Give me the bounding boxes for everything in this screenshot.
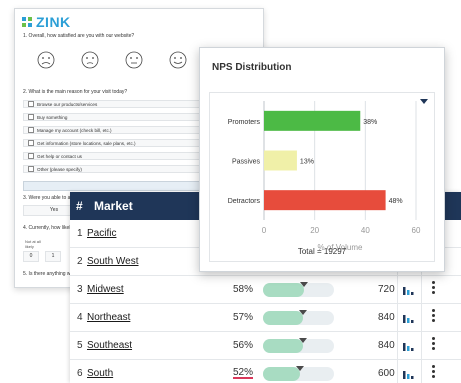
volume-value: 600 <box>378 368 395 379</box>
percent-value: 58% <box>233 284 254 295</box>
bar-chart-icon[interactable] <box>403 283 414 295</box>
nps-chart-panel: 0 20 40 60 Promoters 38% Passives 13% Detractors… <box>209 92 435 262</box>
market-link[interactable]: South <box>87 368 113 379</box>
index-column-header: # <box>76 199 83 213</box>
checkbox-icon[interactable] <box>28 166 34 172</box>
market-column-header[interactable]: Market <box>94 199 133 213</box>
progress-fill <box>263 367 300 381</box>
category-label: Promoters <box>228 119 261 126</box>
nps-bar-chart: 0 20 40 60 Promoters 38% Passives 13% Detractors… <box>228 101 421 252</box>
bar-passives <box>264 150 297 171</box>
row-number: 2 <box>77 256 83 267</box>
progress-fill <box>263 283 305 297</box>
x-tick-label: 20 <box>310 226 319 235</box>
data-label: 48% <box>389 198 403 205</box>
bar-chart-icon[interactable] <box>403 367 414 379</box>
market-link[interactable]: Northeast <box>87 312 130 323</box>
happy-face-icon[interactable] <box>169 51 187 69</box>
logo: ZINK <box>21 14 71 30</box>
table-row: 4 Northeast 57% 840 <box>70 304 461 332</box>
question-1: 1. Overall, how satisfied are you with o… <box>23 33 135 39</box>
nps-total: Total = 19297 <box>297 247 347 256</box>
category-label: Detractors <box>228 198 261 205</box>
x-tick-label: 0 <box>262 226 267 235</box>
percent-value: 52% <box>233 367 254 379</box>
row-number: 1 <box>77 228 83 239</box>
bar-promoters <box>264 110 361 131</box>
volume-value: 840 <box>378 340 395 351</box>
volume-value: 840 <box>378 312 395 323</box>
target-marker-icon <box>299 310 308 315</box>
very-sad-face-icon[interactable] <box>37 51 55 69</box>
scale-option-1[interactable]: 1 <box>45 251 61 262</box>
sad-face-icon[interactable] <box>81 51 99 69</box>
checkbox-icon[interactable] <box>28 101 34 107</box>
volume-value: 720 <box>378 284 395 295</box>
more-options-icon[interactable] <box>432 309 436 324</box>
target-marker-icon <box>295 366 304 371</box>
scale-option-0[interactable]: 0 <box>23 251 39 262</box>
scale-low-label: Not at all likely <box>25 239 41 249</box>
more-options-icon[interactable] <box>432 337 436 352</box>
logo-mark-icon <box>22 17 32 27</box>
more-options-icon[interactable] <box>432 365 436 380</box>
target-marker-icon <box>298 338 307 343</box>
nps-title: NPS Distribution <box>212 62 292 73</box>
row-number: 5 <box>77 340 83 351</box>
market-link[interactable]: South West <box>87 256 139 267</box>
checkbox-icon[interactable] <box>28 114 34 120</box>
checkbox-icon[interactable] <box>28 140 34 146</box>
logo-text: ZINK <box>36 14 71 30</box>
market-link[interactable]: Southeast <box>87 340 132 351</box>
more-options-icon[interactable] <box>432 281 436 296</box>
bar-detractors <box>264 190 386 211</box>
percent-value: 56% <box>233 340 254 351</box>
question-4: 4. Currently, how likely... <box>23 225 77 231</box>
table-row: 6 South 52% 600 <box>70 360 461 383</box>
checkbox-icon[interactable] <box>28 153 34 159</box>
nps-distribution-card: NPS Distribution 0 20 40 60 Promoters 38% Pass… <box>199 47 445 272</box>
progress-bar <box>263 338 334 353</box>
table-row: 3 Midwest 58% 720 <box>70 276 461 304</box>
likelihood-scale[interactable]: 0 1 <box>23 251 61 262</box>
progress-fill <box>263 311 304 325</box>
x-tick-label: 40 <box>361 226 370 235</box>
satisfaction-faces[interactable] <box>37 51 187 69</box>
progress-bar <box>263 310 334 325</box>
row-number: 3 <box>77 284 83 295</box>
percent-value: 57% <box>233 312 254 323</box>
data-label: 13% <box>300 159 314 166</box>
row-number: 4 <box>77 312 83 323</box>
x-tick-label: 60 <box>412 226 421 235</box>
bar-chart-icon[interactable] <box>403 339 414 351</box>
neutral-face-icon[interactable] <box>125 51 143 69</box>
question-2: 2. What is the main reason for your visi… <box>23 89 128 95</box>
checkbox-icon[interactable] <box>28 127 34 133</box>
market-link[interactable]: Pacific <box>87 228 116 239</box>
row-number: 6 <box>77 368 83 379</box>
progress-bar <box>263 366 334 381</box>
data-label: 38% <box>363 119 377 126</box>
bar-chart-icon[interactable] <box>403 311 414 323</box>
market-link[interactable]: Midwest <box>87 284 124 295</box>
progress-fill <box>263 339 303 353</box>
target-marker-icon <box>300 282 309 287</box>
progress-bar <box>263 282 334 297</box>
category-label: Passives <box>232 159 261 166</box>
table-row: 5 Southeast 56% 840 <box>70 332 461 360</box>
